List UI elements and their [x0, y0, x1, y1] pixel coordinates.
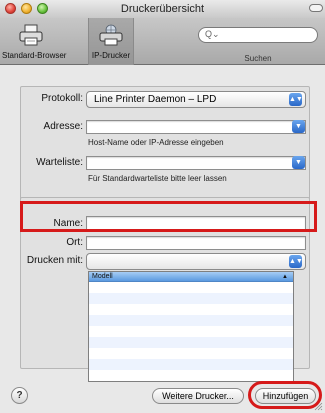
tab-standard-browser-label: Standard-Browser — [2, 51, 67, 60]
printer-browser-window: Druckerübersicht Standard-Browser IP-Dru… — [0, 0, 325, 413]
toolbar-toggle-button[interactable] — [309, 4, 323, 12]
list-item[interactable] — [89, 359, 293, 370]
queue-hint: Für Standardwarteliste bitte leer lassen — [88, 174, 227, 183]
location-label: Ort: — [66, 237, 83, 248]
queue-label: Warteliste: — [36, 157, 83, 168]
tab-standard-browser[interactable]: Standard-Browser — [2, 18, 67, 65]
window-title: Druckerübersicht — [120, 3, 205, 15]
list-item[interactable] — [89, 315, 293, 326]
list-item[interactable] — [89, 304, 293, 315]
tab-ip-printer-label: IP-Drucker — [91, 51, 131, 60]
list-item[interactable] — [89, 293, 293, 304]
more-printers-button[interactable]: Weitere Drucker... — [152, 388, 244, 404]
list-item[interactable] — [89, 326, 293, 337]
model-list[interactable]: Modell ▲ — [88, 271, 294, 382]
address-field[interactable] — [86, 120, 306, 134]
title-bar: Druckerübersicht — [0, 0, 325, 18]
protocol-label: Protokoll: — [41, 93, 83, 104]
toolbar: Standard-Browser IP-Drucker Q⌄ Suchen — [0, 18, 325, 65]
queue-field[interactable] — [86, 156, 306, 170]
list-item[interactable] — [89, 282, 293, 293]
address-hint: Host-Name oder IP-Adresse eingeben — [88, 138, 224, 147]
address-dropdown-arrow-icon[interactable]: ▼ — [292, 120, 305, 133]
protocol-value: Line Printer Daemon – LPD — [94, 94, 217, 105]
help-button[interactable]: ? — [11, 387, 28, 404]
resize-grip-icon[interactable] — [314, 402, 323, 411]
sort-ascending-icon: ▲ — [282, 274, 288, 280]
tab-ip-printer[interactable]: IP-Drucker — [88, 18, 134, 65]
queue-dropdown-arrow-icon[interactable]: ▼ — [292, 156, 305, 169]
list-item[interactable] — [89, 348, 293, 359]
model-column-header-label: Modell — [92, 273, 113, 280]
protocol-select-arrows-icon: ▲▼ — [289, 93, 303, 106]
network-printer-icon — [99, 24, 123, 46]
address-label: Adresse: — [43, 121, 83, 132]
search-input[interactable]: Q⌄ — [198, 27, 318, 43]
print-with-select[interactable] — [86, 253, 306, 270]
list-item[interactable] — [89, 370, 293, 381]
list-item[interactable] — [89, 337, 293, 348]
protocol-select[interactable]: Line Printer Daemon – LPD — [86, 91, 306, 108]
location-field[interactable] — [86, 236, 306, 250]
printer-icon — [19, 24, 43, 46]
name-field-highlight — [20, 201, 317, 232]
print-with-arrows-icon: ▲▼ — [289, 255, 303, 268]
search-label: Suchen — [244, 54, 272, 63]
print-with-label: Drucken mit: — [26, 255, 83, 266]
model-column-header[interactable]: Modell ▲ — [89, 272, 293, 282]
add-button-highlight — [248, 381, 322, 409]
search-icon: Q⌄ — [205, 29, 220, 39]
